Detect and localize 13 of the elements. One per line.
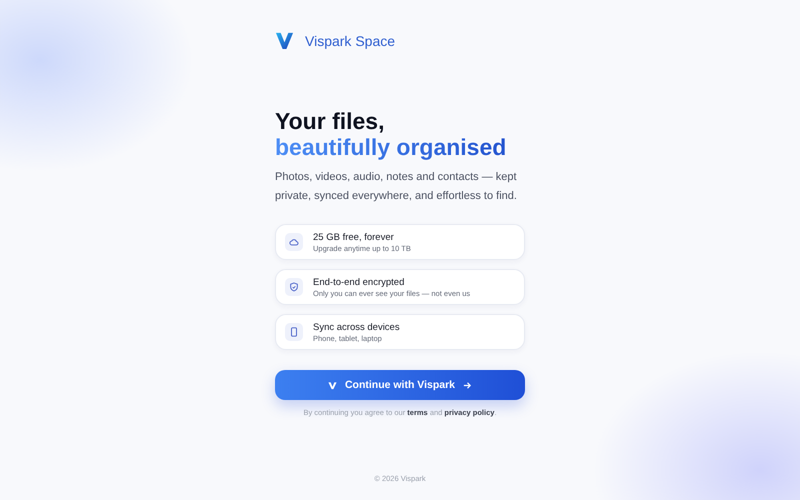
- subtitle: Photos, videos, audio, notes and contacts — kept private, synced everywhere, and effortless to find.: [275, 170, 518, 204]
- logo-icon: [328, 380, 337, 390]
- feature-title: 25 GB free, forever: [313, 232, 395, 242]
- continue-button[interactable]: Continue with Vispark: [275, 370, 525, 400]
- shield-icon: [289, 282, 299, 292]
- brand-name: Vispark Space: [305, 32, 396, 48]
- feature-title: Sync across devices: [313, 322, 400, 332]
- arrow-icon: [463, 380, 472, 390]
- feature-title: End-to-end encrypted: [313, 276, 406, 288]
- headline: Your files,: [275, 108, 386, 134]
- cloud-icon: [289, 237, 299, 247]
- logo-icon: [275, 31, 294, 50]
- phone-icon: [289, 327, 299, 337]
